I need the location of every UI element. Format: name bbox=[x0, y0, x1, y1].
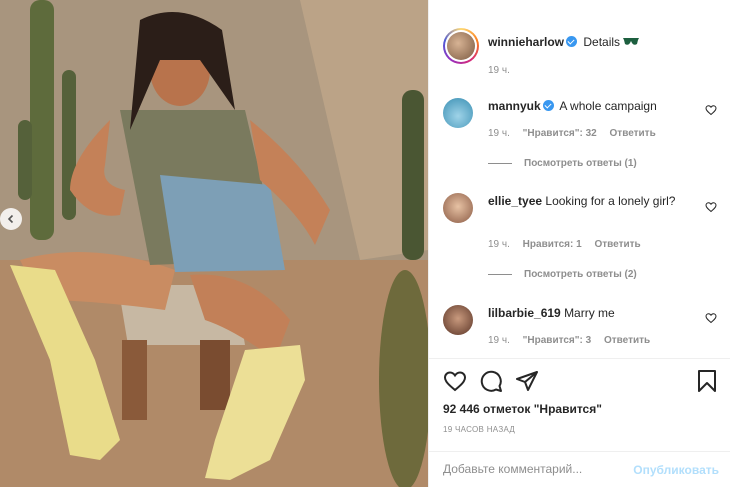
caption-body: Details bbox=[583, 35, 621, 49]
post-actions-section: 92 446 отметок "Нравится" 19 ЧАСОВ НАЗАД… bbox=[429, 358, 730, 487]
post-timestamp[interactable]: 19 ЧАСОВ НАЗАД bbox=[443, 425, 515, 434]
verified-badge-icon bbox=[542, 100, 554, 111]
comment-time: 19 ч. bbox=[488, 128, 510, 139]
share-icon[interactable] bbox=[515, 369, 539, 393]
heart-icon[interactable] bbox=[443, 369, 467, 393]
bookmark-icon[interactable] bbox=[695, 369, 719, 393]
post-photo[interactable] bbox=[0, 0, 428, 487]
comment-like-heart-icon[interactable] bbox=[705, 201, 717, 213]
comment-likes[interactable]: Нравится: 1 bbox=[523, 239, 582, 250]
comment-time: 19 ч. bbox=[488, 335, 510, 346]
comment-icon[interactable] bbox=[479, 369, 503, 393]
verified-badge-icon bbox=[566, 36, 578, 47]
commenter-avatar[interactable] bbox=[443, 98, 473, 128]
commenter-avatar[interactable] bbox=[443, 305, 473, 335]
comment-body: A whole campaign bbox=[559, 99, 657, 113]
instagram-post: winnieharlow Details 19 ч. mannyuk A who… bbox=[0, 0, 730, 487]
commenter-avatar[interactable] bbox=[443, 193, 473, 223]
comment-username[interactable]: lilbarbie_619 bbox=[488, 306, 561, 320]
reply-button[interactable]: Ответить bbox=[610, 128, 656, 139]
view-replies-button[interactable]: Посмотреть ответы (2) bbox=[488, 269, 637, 280]
post-sidebar: winnieharlow Details 19 ч. mannyuk A who… bbox=[428, 0, 730, 487]
reply-button[interactable]: Ответить bbox=[594, 239, 640, 250]
comment-text: mannyuk A whole campaign bbox=[488, 98, 703, 115]
comment-time: 19 ч. bbox=[488, 239, 510, 250]
comment-text: lilbarbie_619 Marry me bbox=[488, 305, 703, 322]
comment-meta: 19 ч. Нравится: 1 Ответить bbox=[488, 239, 651, 250]
author-username[interactable]: winnieharlow bbox=[488, 35, 564, 49]
action-icons bbox=[443, 369, 721, 395]
reply-button[interactable]: Ответить bbox=[604, 335, 650, 346]
replies-divider bbox=[488, 163, 512, 164]
comment-like-heart-icon[interactable] bbox=[705, 104, 717, 116]
comment-likes[interactable]: "Нравится": 32 bbox=[523, 128, 597, 139]
add-comment-form: Опубликовать bbox=[429, 451, 730, 487]
comment-item: ellie_tyee Looking for a lonely girl? 19… bbox=[443, 193, 723, 288]
photo-illustration bbox=[0, 0, 428, 487]
comment-item: lilbarbie_619 Marry me 19 ч. "Нравится":… bbox=[443, 305, 723, 355]
comment-username[interactable]: ellie_tyee bbox=[488, 194, 542, 208]
comment-like-heart-icon[interactable] bbox=[705, 312, 717, 324]
comment-input[interactable] bbox=[443, 462, 633, 476]
comment-body: Marry me bbox=[564, 306, 615, 320]
sunglasses-emoji-icon bbox=[623, 38, 640, 45]
comment-body: Looking for a lonely girl? bbox=[545, 194, 676, 208]
author-avatar[interactable] bbox=[443, 28, 479, 64]
replies-divider bbox=[488, 274, 512, 275]
comment-username[interactable]: mannyuk bbox=[488, 99, 541, 113]
comment-meta: 19 ч. "Нравится": 3 Ответить bbox=[488, 335, 660, 346]
comment-meta: 19 ч. "Нравится": 32 Ответить bbox=[488, 128, 666, 139]
comment-likes[interactable]: "Нравится": 3 bbox=[523, 335, 592, 346]
chevron-left-icon bbox=[7, 214, 14, 224]
comment-item: mannyuk A whole campaign 19 ч. "Нравится… bbox=[443, 98, 723, 178]
view-replies-button[interactable]: Посмотреть ответы (1) bbox=[488, 158, 637, 169]
caption-text: winnieharlow Details bbox=[488, 34, 703, 51]
post-caption: winnieharlow Details 19 ч. bbox=[443, 28, 723, 90]
view-replies-label: Посмотреть ответы (1) bbox=[524, 158, 637, 169]
caption-time: 19 ч. bbox=[488, 65, 510, 76]
comment-text: ellie_tyee Looking for a lonely girl? bbox=[488, 193, 703, 210]
likes-count[interactable]: 92 446 отметок "Нравится" bbox=[443, 402, 602, 416]
previous-photo-button[interactable] bbox=[0, 208, 22, 230]
publish-button[interactable]: Опубликовать bbox=[633, 463, 719, 477]
view-replies-label: Посмотреть ответы (2) bbox=[524, 269, 637, 280]
